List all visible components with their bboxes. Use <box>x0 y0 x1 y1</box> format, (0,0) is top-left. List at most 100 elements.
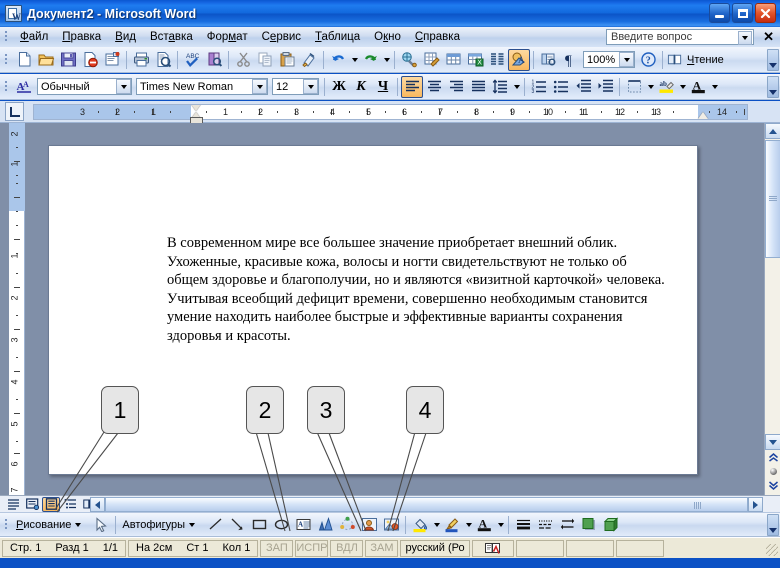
line-spacing-dropdown-icon[interactable] <box>511 76 521 98</box>
permission-icon[interactable] <box>79 49 101 71</box>
outline-view-button[interactable] <box>61 497 79 512</box>
redo-dropdown-icon[interactable] <box>381 49 391 71</box>
align-justify-icon[interactable] <box>467 76 489 98</box>
line-spacing-icon[interactable] <box>489 76 511 98</box>
vertical-scrollbar[interactable] <box>764 123 780 495</box>
zoom-combo[interactable]: 100% <box>583 51 635 68</box>
toolbar-options-button[interactable] <box>767 48 779 71</box>
menu-edit[interactable]: Правка <box>55 29 108 45</box>
chevron-down-icon[interactable] <box>252 79 267 94</box>
document-page[interactable]: В современном мире все большее значение … <box>48 145 698 475</box>
right-indent-marker[interactable] <box>698 112 708 119</box>
normal-view-button[interactable] <box>4 497 22 512</box>
align-center-icon[interactable] <box>423 76 445 98</box>
scroll-up-button[interactable] <box>765 123 780 139</box>
paste-icon[interactable] <box>276 49 298 71</box>
status-flag-rec[interactable]: ЗАП <box>260 539 294 557</box>
chevron-down-icon[interactable] <box>116 79 131 94</box>
clip-art-icon[interactable] <box>358 514 380 536</box>
ask-a-question-box[interactable]: Введите вопрос <box>606 29 754 45</box>
columns-icon[interactable] <box>486 49 508 71</box>
minimize-button[interactable] <box>709 3 730 23</box>
standard-toolbar-grip[interactable] <box>2 52 10 68</box>
highlight-color-icon[interactable]: ab <box>655 76 677 98</box>
menu-file[interactable]: Файл <box>13 29 55 45</box>
font-color-icon[interactable]: A <box>687 76 709 98</box>
border-dropdown-icon[interactable] <box>645 76 655 98</box>
new-document-icon[interactable] <box>13 49 35 71</box>
select-browse-object-button[interactable] <box>765 464 780 479</box>
vertical-ruler[interactable]: 2 1 1 2 3 4 5 6 7 <box>9 123 25 495</box>
web-layout-view-button[interactable] <box>23 497 41 512</box>
autoshapes-menu-button[interactable]: Автофигуры <box>119 519 198 531</box>
help-icon[interactable]: ? <box>637 49 659 71</box>
menu-window[interactable]: Окно <box>367 29 408 45</box>
styles-and-formatting-icon[interactable]: AA <box>13 76 35 98</box>
drawing-toolbar-grip[interactable] <box>2 517 10 533</box>
vertical-scroll-thumb[interactable] <box>765 140 780 258</box>
fill-color-icon[interactable] <box>409 514 431 536</box>
save-icon[interactable] <box>57 49 79 71</box>
select-objects-arrow-icon[interactable] <box>90 514 112 536</box>
oval-icon[interactable] <box>270 514 292 536</box>
reading-book-icon[interactable] <box>666 49 684 71</box>
font-combo[interactable]: Times New Roman <box>136 78 268 95</box>
style-combo[interactable]: Обычный <box>37 78 132 95</box>
bulleted-list-icon[interactable] <box>550 76 572 98</box>
scroll-down-button[interactable] <box>765 434 780 450</box>
drawing-menu-button[interactable]: Рисование <box>13 519 84 531</box>
font-color-dropdown-icon[interactable] <box>495 514 505 536</box>
status-language[interactable]: русский (Ро <box>400 539 470 557</box>
status-flag-trk[interactable]: ИСПР <box>295 539 329 557</box>
highlight-dropdown-icon[interactable] <box>677 76 687 98</box>
research-icon[interactable] <box>203 49 225 71</box>
undo-icon[interactable] <box>327 49 349 71</box>
arrow-icon[interactable] <box>226 514 248 536</box>
insert-excel-sheet-icon[interactable]: X <box>464 49 486 71</box>
menu-table[interactable]: Таблица <box>308 29 367 45</box>
outside-border-icon[interactable] <box>623 76 645 98</box>
cut-icon[interactable] <box>232 49 254 71</box>
maximize-button[interactable] <box>732 3 753 23</box>
formatting-toolbar-grip[interactable] <box>2 79 10 95</box>
insert-hyperlink-icon[interactable] <box>398 49 420 71</box>
numbered-list-icon[interactable]: 123 <box>528 76 550 98</box>
status-flag-ovr[interactable]: ЗАМ <box>365 539 399 557</box>
print-preview-icon[interactable] <box>152 49 174 71</box>
increase-indent-icon[interactable] <box>594 76 616 98</box>
open-folder-icon[interactable] <box>35 49 57 71</box>
diagram-icon[interactable] <box>336 514 358 536</box>
document-paragraph[interactable]: В современном мире все большее значение … <box>167 234 667 345</box>
close-document-button[interactable]: ✕ <box>763 29 774 44</box>
menu-grip-handle[interactable] <box>2 29 10 45</box>
toolbar-options-button[interactable] <box>767 513 779 536</box>
ruler-strip[interactable]: 3 2 1 1 2 3 4 5 6 7 8 9 10 11 12 13 14 <box>33 104 748 120</box>
line-color-icon[interactable] <box>441 514 463 536</box>
print-icon[interactable] <box>130 49 152 71</box>
menu-tools[interactable]: Сервис <box>255 29 308 45</box>
status-flag-ext[interactable]: ВДЛ <box>330 539 364 557</box>
email-icon[interactable] <box>101 49 123 71</box>
menu-format[interactable]: Формат <box>200 29 255 45</box>
resize-grip-icon[interactable] <box>766 544 778 556</box>
decrease-indent-icon[interactable] <box>572 76 594 98</box>
reading-label[interactable]: Чтение <box>684 54 727 66</box>
first-line-indent-marker[interactable] <box>191 105 201 111</box>
menu-help[interactable]: Справка <box>408 29 467 45</box>
undo-dropdown-icon[interactable] <box>349 49 359 71</box>
spellcheck-icon[interactable]: ABC <box>181 49 203 71</box>
redo-icon[interactable] <box>359 49 381 71</box>
line-color-dropdown-icon[interactable] <box>463 514 473 536</box>
align-left-icon[interactable] <box>401 75 423 98</box>
font-size-combo[interactable]: 12 <box>272 78 319 95</box>
line-style-icon[interactable] <box>512 514 534 536</box>
underline-button[interactable]: Ч <box>372 76 394 98</box>
dash-style-icon[interactable] <box>534 514 556 536</box>
copy-icon[interactable] <box>254 49 276 71</box>
scroll-right-button[interactable] <box>748 497 763 512</box>
document-map-icon[interactable] <box>537 49 559 71</box>
3d-style-icon[interactable] <box>600 514 622 536</box>
format-painter-icon[interactable] <box>298 49 320 71</box>
fill-color-dropdown-icon[interactable] <box>431 514 441 536</box>
chevron-down-icon[interactable] <box>619 52 634 67</box>
